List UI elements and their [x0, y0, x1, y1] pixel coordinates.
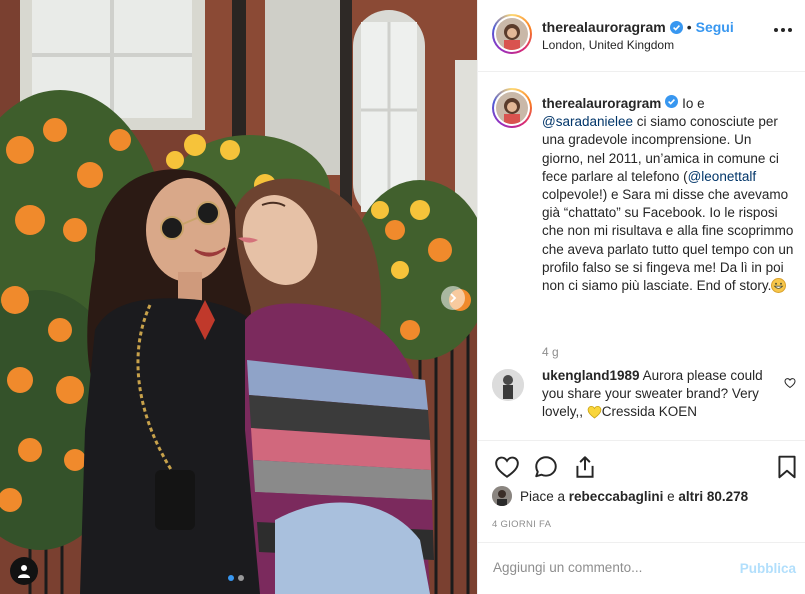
caption-text-intro: Io e: [682, 96, 705, 111]
comment-text: ukengland1989 Aurora please could you sh…: [542, 367, 764, 422]
caption-text: therealauroragram Io e @saradanielee ci …: [542, 95, 794, 295]
verified-badge-icon: [669, 20, 683, 34]
caption-timestamp[interactable]: 4 g: [542, 345, 559, 359]
publish-button[interactable]: Pubblica: [740, 561, 796, 576]
author-avatar-image: [496, 18, 528, 50]
header-user-line: therealauroragram • Segui: [542, 19, 734, 35]
carousel-next-button[interactable]: [441, 286, 465, 310]
comment-bubble-icon[interactable]: [533, 454, 559, 480]
post-header: therealauroragram • Segui London, United…: [478, 0, 805, 72]
post-side-panel: therealauroragram • Segui London, United…: [477, 0, 805, 594]
add-comment-bar: Pubblica: [478, 542, 805, 594]
likes-count[interactable]: altri 80.278: [678, 489, 748, 504]
share-icon[interactable]: [572, 454, 598, 480]
verified-badge-icon: [665, 95, 679, 108]
user-tag-icon: [18, 565, 30, 578]
add-comment-input[interactable]: [493, 560, 723, 575]
author-username[interactable]: therealauroragram: [542, 19, 666, 35]
post-location[interactable]: London, United Kingdom: [542, 38, 674, 52]
yellow-heart-emoji-icon: [587, 405, 602, 420]
carousel-indicator: [228, 575, 244, 581]
caption-mention-leonettalf[interactable]: @leonettalf: [688, 169, 757, 184]
comment-body-end: Cressida KOEN: [601, 404, 698, 420]
likes-prefix: Piace a: [520, 488, 566, 504]
bookmark-save-icon[interactable]: [774, 454, 800, 480]
post-actions: Piace a rebeccabaglini e altri 80.278 4 …: [478, 440, 805, 542]
post-date[interactable]: 4 GIORNI FA: [492, 519, 551, 530]
user-tag-button[interactable]: [10, 557, 38, 585]
liker-avatar: [492, 486, 512, 506]
like-heart-icon[interactable]: [494, 454, 520, 480]
caption-mention-saradanielee[interactable]: @saradanielee: [542, 114, 633, 129]
header-separator: •: [686, 19, 692, 35]
caption-text-end: colpevole!) e Sara mi disse che avevamo …: [542, 187, 794, 294]
liker-username[interactable]: rebeccabaglini: [569, 489, 664, 504]
comment-like-heart-icon[interactable]: [784, 376, 796, 389]
caption-author-avatar[interactable]: [492, 88, 532, 128]
carousel-dot: [238, 575, 244, 581]
commenter-avatar[interactable]: [492, 369, 524, 401]
likes-middle: e: [667, 488, 675, 504]
more-options-icon[interactable]: [774, 28, 792, 34]
commenter-username[interactable]: ukengland1989: [542, 368, 640, 383]
caption-avatar-image: [496, 92, 528, 124]
commenter-avatar-image: [492, 369, 524, 401]
post-photo-image: [0, 0, 477, 594]
chevron-right-icon: [450, 293, 457, 303]
author-avatar[interactable]: [492, 14, 532, 54]
comments-list[interactable]: therealauroragram Io e @saradanielee ci …: [478, 72, 805, 440]
likes-summary[interactable]: Piace a rebeccabaglini e altri 80.278: [492, 486, 748, 506]
grinning-face-emoji-icon: [771, 278, 787, 294]
follow-button[interactable]: Segui: [696, 19, 734, 35]
caption-username[interactable]: therealauroragram: [542, 96, 661, 111]
post-photo[interactable]: [0, 0, 477, 594]
carousel-dot: [228, 575, 234, 581]
